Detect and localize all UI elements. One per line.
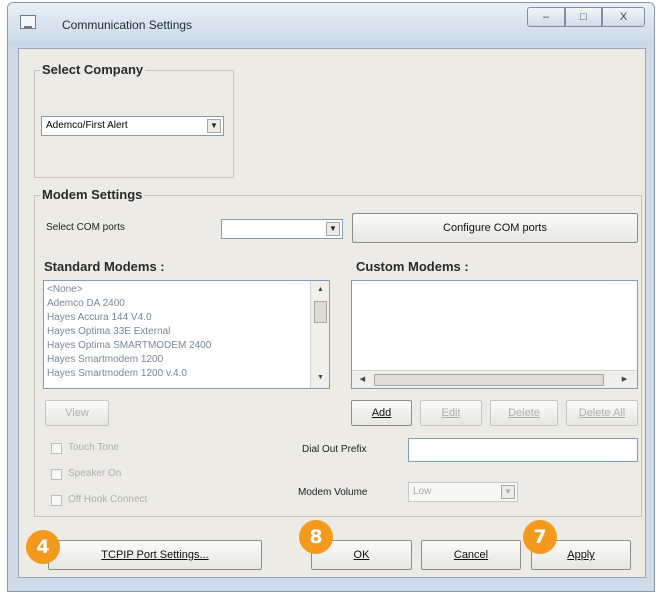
custom-modems-list[interactable]: ◀ ▶ [351,280,638,389]
touch-tone-checkbox[interactable] [51,443,62,454]
dial-prefix-label: Dial Out Prefix [302,444,367,455]
configure-com-ports-button[interactable]: Configure COM ports [352,213,638,243]
modem-volume-select[interactable]: Low ▼ [408,482,518,502]
scroll-thumb[interactable] [374,374,604,386]
scroll-right-icon[interactable]: ▶ [618,373,631,386]
step-badge-tcpip: 4 [26,530,60,564]
off-hook-connect-checkbox[interactable] [51,495,62,506]
view-button[interactable]: View [45,400,109,426]
standard-modems-title: Standard Modems : [44,259,165,274]
list-item[interactable]: Hayes Smartmodem 1200 [47,354,163,365]
scroll-thumb[interactable] [314,301,327,323]
modem-settings-title: Modem Settings [40,187,145,202]
off-hook-connect-label: Off Hook Connect [68,494,148,505]
modem-volume-label: Modem Volume [298,487,368,498]
tcpip-port-settings-button[interactable]: TCPIP Port Settings... [48,540,262,570]
window-title: Communication Settings [62,18,193,32]
custom-modems-title: Custom Modems : [356,259,469,274]
standard-modems-list[interactable]: <None> Ademco DA 2400 Hayes Accura 144 V… [43,280,330,389]
touch-tone-label: Touch Tone [68,442,119,453]
edit-modem-button[interactable]: Edit [420,400,482,426]
list-item[interactable]: Hayes Optima SMARTMODEM 2400 [47,340,211,351]
dial-prefix-input[interactable] [408,438,638,462]
list-item[interactable]: <None> [47,284,83,295]
chevron-down-icon[interactable]: ▼ [501,485,515,499]
app-icon [20,15,36,29]
list-item[interactable]: Ademco DA 2400 [47,298,125,309]
delete-modem-button[interactable]: Delete [490,400,558,426]
chevron-down-icon[interactable]: ▼ [326,222,340,236]
list-item[interactable]: Hayes Accura 144 V4.0 [47,312,152,323]
step-badge-apply: 7 [523,520,557,554]
list-item[interactable]: Hayes Smartmodem 1200 v.4.0 [47,368,187,379]
company-select-value: Ademco/First Alert [46,120,128,131]
modem-volume-value: Low [413,486,432,497]
step-badge-ok: 8 [299,520,333,554]
minimize-button[interactable]: – [527,7,565,27]
company-select[interactable]: Ademco/First Alert ▼ [41,116,224,136]
scroll-left-icon[interactable]: ◀ [356,373,369,386]
close-button[interactable]: X [602,7,645,27]
maximize-button[interactable]: □ [565,7,602,27]
speaker-on-checkbox[interactable] [51,469,62,480]
com-ports-label: Select COM ports [46,222,125,233]
scroll-up-icon[interactable]: ▲ [314,283,327,296]
com-port-select[interactable]: ▼ [221,219,343,239]
delete-all-modems-button[interactable]: Delete All [566,400,638,426]
custom-list-hscrollbar[interactable]: ◀ ▶ [352,370,637,388]
chevron-down-icon[interactable]: ▼ [207,119,221,133]
select-company-title: Select Company [40,62,146,77]
add-modem-button[interactable]: Add [351,400,412,426]
standard-list-scrollbar[interactable]: ▲ ▼ [310,281,329,388]
cancel-button[interactable]: Cancel [421,540,521,570]
scroll-down-icon[interactable]: ▼ [314,371,327,384]
list-item[interactable]: Hayes Optima 33E External [47,326,170,337]
speaker-on-label: Speaker On [68,468,122,479]
